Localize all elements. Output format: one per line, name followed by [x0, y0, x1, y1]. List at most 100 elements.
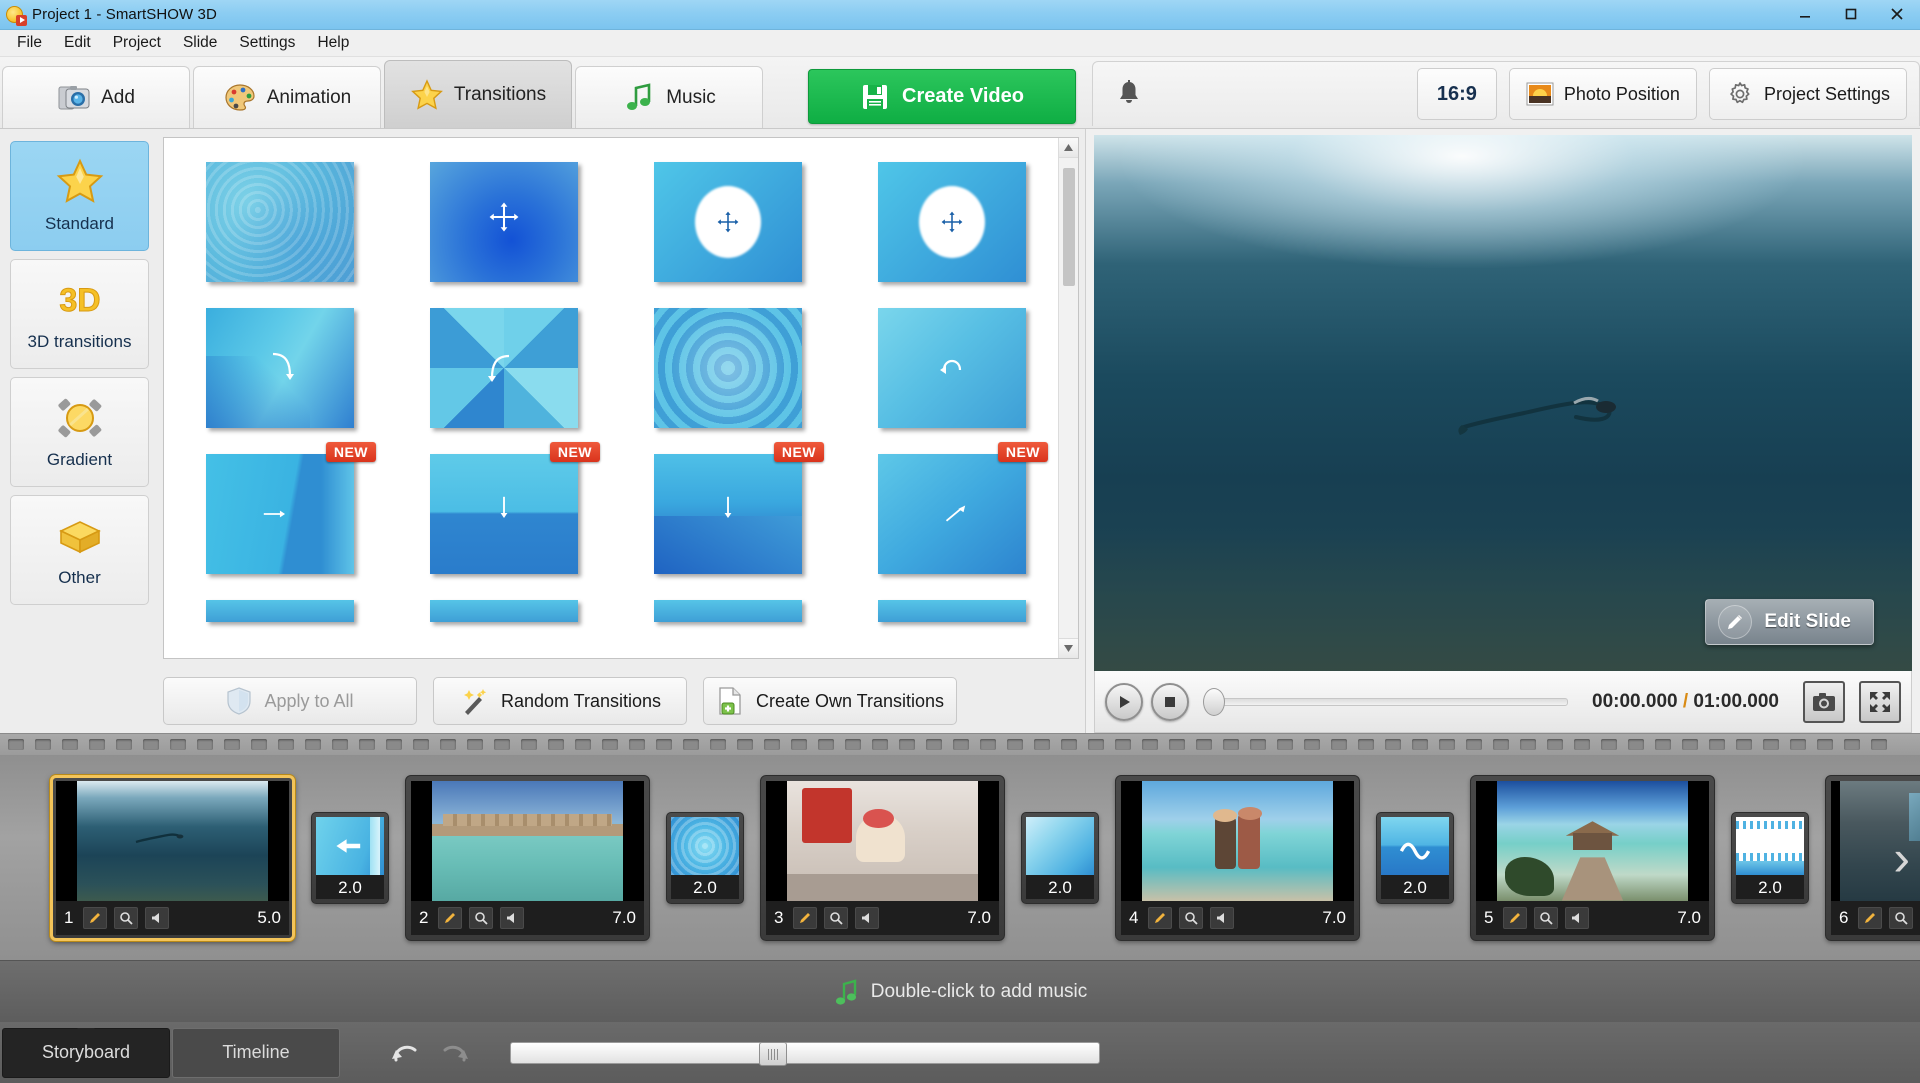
timeline-zoom-knob[interactable] [759, 1041, 787, 1066]
transition-item[interactable] [206, 308, 354, 428]
edit-pencil-icon[interactable] [1503, 906, 1527, 929]
menu-project[interactable]: Project [102, 31, 172, 55]
aspect-ratio-button[interactable]: 16:9 [1416, 68, 1497, 120]
play-button[interactable] [1105, 682, 1143, 721]
tab-animation-label: Animation [266, 86, 352, 108]
edit-pencil-icon[interactable] [793, 906, 817, 929]
transition-item[interactable] [654, 308, 802, 428]
category-other[interactable]: Other [10, 495, 149, 605]
speaker-icon[interactable] [1565, 906, 1589, 929]
speaker-icon[interactable] [500, 906, 524, 929]
magnifier-icon[interactable] [114, 906, 138, 929]
tab-music[interactable]: Music [575, 66, 763, 128]
minimize-button[interactable] [1782, 0, 1828, 28]
stop-button[interactable] [1151, 682, 1189, 721]
magnifier-icon[interactable] [1889, 906, 1913, 929]
camera-snapshot-icon [1813, 692, 1835, 711]
video-preview[interactable]: Edit Slide [1094, 135, 1912, 671]
gradient-sphere-icon [53, 394, 107, 442]
create-own-transitions-button[interactable]: Create Own Transitions [703, 677, 957, 725]
transition-item[interactable]: NEW [878, 442, 1048, 574]
transition-item[interactable] [878, 600, 1026, 658]
timeline-zoom-slider[interactable] [510, 1041, 1100, 1066]
photo-position-button[interactable]: Photo Position [1508, 68, 1697, 120]
slide-number: 3 [774, 907, 784, 927]
transition-item[interactable] [206, 162, 354, 282]
transition-item[interactable] [878, 162, 1026, 282]
tab-add[interactable]: Add [2, 66, 190, 128]
new-badge: NEW [773, 442, 824, 462]
scrollbar-thumb[interactable] [1062, 168, 1075, 286]
menu-file[interactable]: File [6, 31, 53, 55]
tab-transitions[interactable]: Transitions [384, 60, 572, 128]
transition-duration: 2.0 [1026, 874, 1094, 899]
transition-item[interactable]: NEW [206, 442, 376, 574]
menu-edit[interactable]: Edit [53, 31, 102, 55]
magnifier-icon[interactable] [1534, 906, 1558, 929]
close-button[interactable] [1874, 0, 1920, 28]
transition-item[interactable] [430, 162, 578, 282]
fullscreen-button[interactable] [1859, 680, 1901, 723]
magnifier-icon[interactable] [824, 906, 848, 929]
speaker-icon[interactable] [1210, 906, 1234, 929]
transition-card[interactable]: 2.0 [1731, 811, 1809, 904]
create-video-button[interactable]: Create Video [808, 69, 1076, 124]
slide-card[interactable]: 1 5.0 [50, 774, 295, 941]
edit-slide-button[interactable]: Edit Slide [1705, 599, 1874, 645]
menu-slide[interactable]: Slide [172, 31, 228, 55]
transition-item[interactable]: NEW [430, 442, 600, 574]
speaker-icon[interactable] [855, 906, 879, 929]
seek-slider[interactable] [1203, 683, 1568, 721]
transition-item[interactable] [206, 600, 354, 658]
transition-item[interactable]: NEW [654, 442, 824, 574]
transition-card[interactable]: 2.0 [666, 811, 744, 904]
edit-pencil-icon[interactable] [1148, 906, 1172, 929]
slide-number: 2 [419, 907, 429, 927]
music-note-icon [627, 82, 651, 110]
chevron-right-icon[interactable]: › [1893, 833, 1910, 883]
speaker-icon[interactable] [145, 906, 169, 929]
notification-bell-icon[interactable] [1115, 79, 1143, 109]
category-3d-transitions[interactable]: 3D 3D transitions [10, 259, 149, 369]
transition-item[interactable] [878, 308, 1026, 428]
edit-pencil-icon[interactable] [83, 906, 107, 929]
random-transitions-button[interactable]: Random Transitions [433, 677, 687, 725]
tab-timeline[interactable]: Timeline [172, 1027, 340, 1078]
category-gradient[interactable]: Gradient [10, 377, 149, 487]
menu-settings[interactable]: Settings [228, 31, 306, 55]
magnifier-icon[interactable] [469, 906, 493, 929]
slide-card[interactable]: 4 7.0 [1115, 774, 1360, 941]
undo-arrow-icon[interactable] [386, 1038, 422, 1068]
category-standard[interactable]: Standard [10, 141, 149, 251]
transition-item[interactable] [654, 600, 802, 658]
edit-pencil-icon[interactable] [438, 906, 462, 929]
tab-storyboard[interactable]: Storyboard [2, 1027, 170, 1078]
menu-help[interactable]: Help [306, 31, 360, 55]
slide-card[interactable]: 5 7.0 [1470, 774, 1715, 941]
seek-knob[interactable] [1203, 687, 1225, 716]
apply-to-all-button[interactable]: Apply to All [163, 677, 417, 725]
transition-card[interactable]: 2.0 [311, 811, 389, 904]
edit-pencil-icon[interactable] [1858, 906, 1882, 929]
slide-card[interactable]: 3 7.0 [760, 774, 1005, 941]
music-track-bar[interactable]: Double-click to add music [0, 960, 1920, 1022]
transition-item[interactable] [430, 600, 578, 658]
chevron-up-icon[interactable] [1058, 138, 1078, 158]
project-settings-button[interactable]: Project Settings [1708, 68, 1907, 120]
magnifier-icon[interactable] [1179, 906, 1203, 929]
transition-item[interactable] [654, 162, 802, 282]
transitions-scrollbar[interactable] [1058, 138, 1078, 658]
bottom-bar: Storyboard Timeline [0, 1022, 1920, 1083]
chevron-down-icon[interactable] [1058, 638, 1078, 658]
transitions-grid: NEW NEW NEW NEW [164, 138, 1078, 658]
star-icon [410, 78, 443, 110]
transition-card[interactable]: 2.0 [1376, 811, 1454, 904]
transition-duration: 2.0 [1381, 874, 1449, 899]
tab-animation[interactable]: Animation [193, 66, 381, 128]
redo-arrow-icon[interactable] [438, 1038, 474, 1068]
slide-card[interactable]: 2 7.0 [405, 774, 650, 941]
maximize-button[interactable] [1828, 0, 1874, 28]
snapshot-button[interactable] [1803, 680, 1845, 723]
transition-card[interactable]: 2.0 [1021, 811, 1099, 904]
transition-item[interactable] [430, 308, 578, 428]
